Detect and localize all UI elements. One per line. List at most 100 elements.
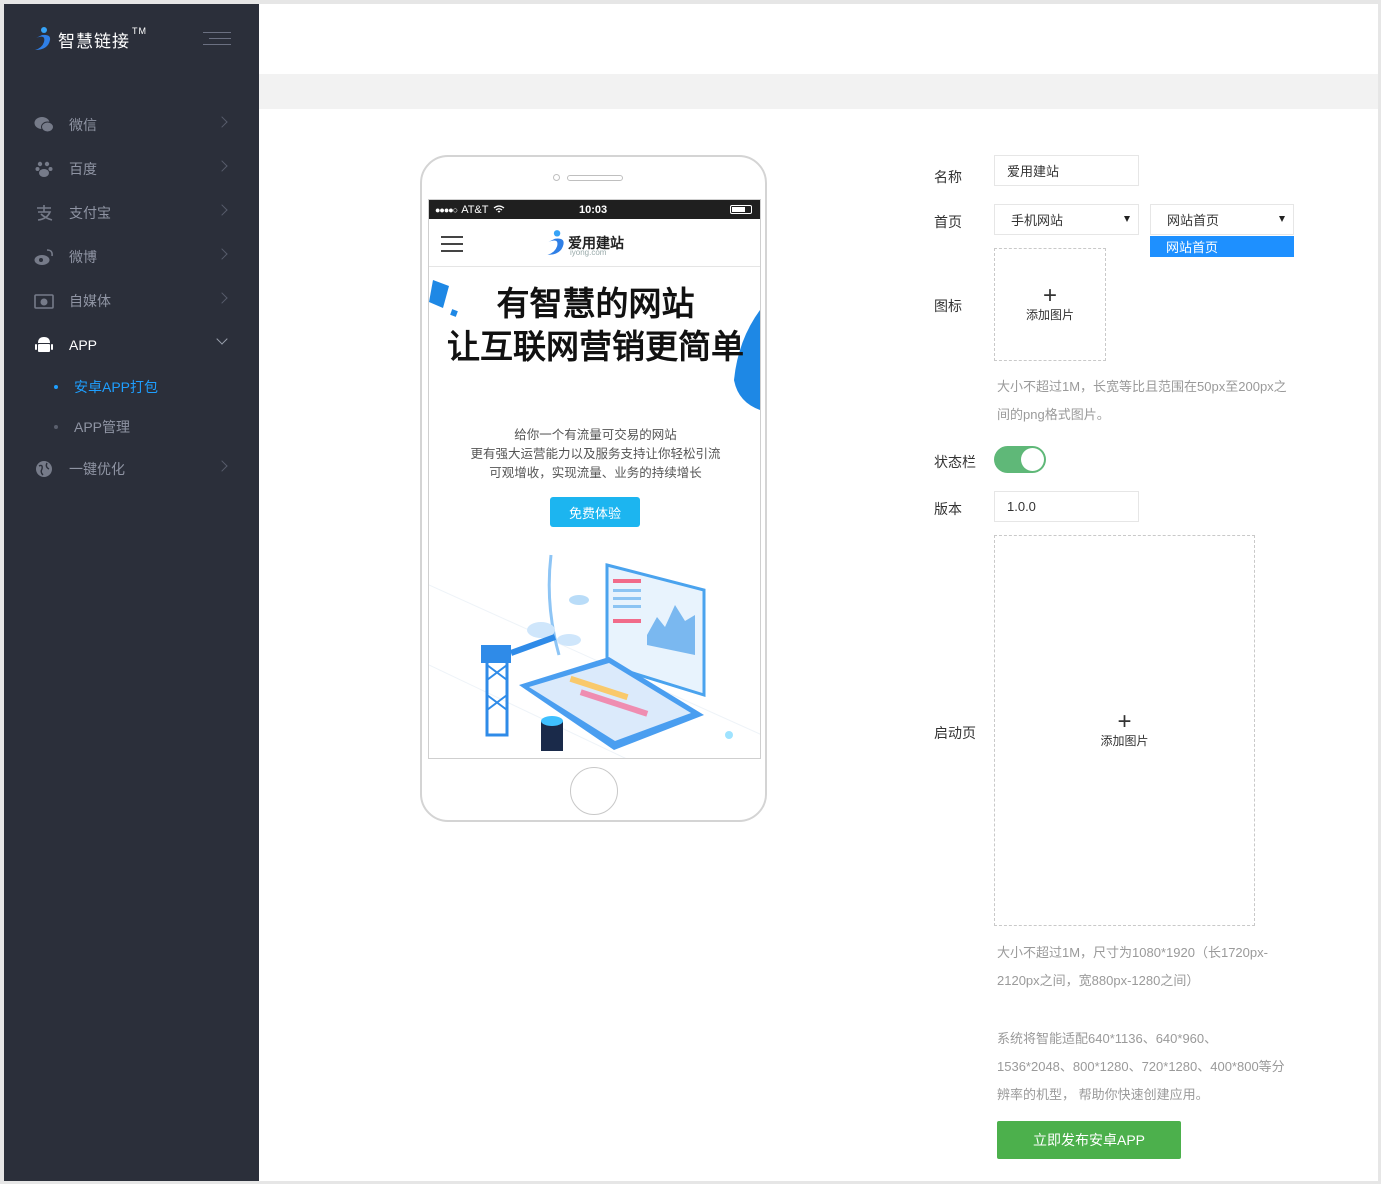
statusbar-label: 状态栏 — [934, 454, 976, 470]
sidebar-item-alipay[interactable]: 支付宝 — [4, 191, 259, 235]
alipay-icon — [34, 203, 54, 223]
plus-icon: + — [1117, 708, 1132, 735]
phone-speaker — [567, 175, 623, 181]
globe-icon — [34, 459, 54, 479]
sidebar-subitem-label: 安卓APP打包 — [74, 379, 159, 395]
hero-title-line: 让互联网营销更简单 — [447, 327, 744, 366]
hero-desc-line: 更有强大运营能力以及服务支持让你轻松引流 — [470, 447, 721, 461]
menu-collapse-icon[interactable] — [203, 32, 231, 48]
caret-down-icon — [1279, 216, 1285, 222]
phone-home-button — [570, 767, 618, 815]
wechat-icon — [34, 115, 54, 135]
sidebar: 智慧链接 TM 微信 百度 支付宝 微博 自媒体 APP 安卓APP打包 APP… — [4, 4, 259, 1181]
weibo-icon — [34, 247, 54, 267]
sidebar-subitem-app-manage[interactable]: APP管理 — [4, 407, 259, 447]
brand-logo[interactable]: 智慧链接 TM — [32, 26, 147, 52]
sidebar-item-media[interactable]: 自媒体 — [4, 279, 259, 323]
sidebar-item-optimize[interactable]: 一键优化 — [4, 447, 259, 491]
hint-line: 大小不超过1M，长宽等比且范围在50px至200px之 — [997, 379, 1287, 394]
plus-icon: + — [1042, 282, 1057, 309]
sidebar-item-weibo[interactable]: 微博 — [4, 235, 259, 279]
phone-status-bar: ●●●●○ AT&T 10:03 — [429, 200, 760, 219]
hero-description: 给你一个有流量可交易的网站 更有强大运营能力以及服务支持让你轻松引流 可观增收，… — [429, 426, 760, 483]
sidebar-subitem-label: APP管理 — [74, 419, 131, 435]
hero-desc-line: 可观增收，实现流量、业务的持续增长 — [489, 466, 702, 480]
carrier-text: AT&T — [461, 203, 489, 216]
splash-upload-box[interactable]: + 添加图片 — [994, 535, 1255, 926]
sidebar-item-label: 一键优化 — [69, 461, 125, 477]
home-type-select[interactable]: 手机网站 — [994, 204, 1139, 235]
caret-down-icon — [1124, 216, 1130, 222]
sidebar-item-label: 微信 — [69, 117, 97, 133]
sidebar-item-label: 百度 — [69, 161, 97, 177]
bullet-dot-icon — [54, 385, 58, 389]
baidu-paw-icon — [34, 159, 54, 179]
adapt-hint: 系统将智能适配640*1136、640*960、 1536*2048、800*1… — [997, 1025, 1285, 1109]
hint-line: 系统将智能适配640*1136、640*960、 — [997, 1031, 1218, 1046]
sidebar-item-app[interactable]: APP — [4, 323, 259, 367]
upload-label: 添加图片 — [1100, 734, 1149, 748]
logo-icon — [35, 27, 51, 50]
top-tab-bar — [259, 74, 1378, 109]
sidebar-nav: 微信 百度 支付宝 微博 自媒体 APP 安卓APP打包 APP管理 一键优化 — [4, 103, 259, 491]
chevron-right-icon — [216, 292, 228, 304]
splash-label: 启动页 — [934, 725, 976, 741]
hint-line: 间的png格式图片。 — [997, 407, 1110, 422]
select-value: 手机网站 — [1011, 213, 1064, 228]
brand-name: 智慧链接 — [58, 31, 130, 51]
chevron-right-icon — [216, 204, 228, 216]
app-name-input[interactable]: 爱用建站 — [994, 155, 1139, 186]
home-label: 首页 — [934, 214, 962, 230]
statusbar-toggle[interactable] — [994, 446, 1046, 473]
sidebar-item-label: APP — [69, 337, 98, 353]
status-time: 10:03 — [579, 203, 608, 216]
name-label: 名称 — [934, 169, 962, 185]
phone-camera — [553, 174, 560, 181]
android-icon — [34, 335, 54, 355]
app-window: 智慧链接 TM 微信 百度 支付宝 微博 自媒体 APP 安卓APP打包 APP… — [0, 0, 1381, 1184]
toggle-knob — [1021, 448, 1044, 471]
phone-preview: ●●●●○ AT&T 10:03 爱用建站 iyong.com 有智慧的网站 让… — [420, 155, 767, 822]
publish-android-app-button[interactable]: 立即发布安卓APP — [997, 1121, 1181, 1159]
hamburger-menu-icon[interactable] — [441, 236, 463, 257]
battery-icon — [730, 205, 752, 214]
sidebar-subitem-android-pack[interactable]: 安卓APP打包 — [4, 367, 259, 407]
hero-title: 有智慧的网站 让互联网营销更简单 — [429, 282, 760, 368]
hero-desc-line: 给你一个有流量可交易的网站 — [514, 428, 677, 442]
bullet-dot-icon — [54, 425, 58, 429]
hint-line: 辨率的机型， 帮助你快速创建应用。 — [997, 1087, 1209, 1102]
signal-icon: ●●●●○ — [435, 204, 458, 215]
free-trial-button[interactable]: 免费体验 — [550, 497, 640, 527]
chevron-right-icon — [216, 248, 228, 260]
sidebar-item-label: 支付宝 — [69, 205, 111, 221]
brand-tm: TM — [132, 26, 147, 36]
hint-line: 2120px之间，宽880px-1280之间） — [997, 973, 1200, 988]
upload-label: 添加图片 — [1025, 308, 1074, 322]
splash-hint: 大小不超过1M，尺寸为1080*1920（长1720px- 2120px之间，宽… — [997, 939, 1268, 995]
camera-icon — [34, 291, 54, 311]
site-header: 爱用建站 iyong.com — [429, 219, 760, 267]
version-label: 版本 — [934, 501, 962, 517]
chevron-down-icon — [216, 333, 228, 345]
sidebar-item-wechat[interactable]: 微信 — [4, 103, 259, 147]
icon-label: 图标 — [934, 298, 962, 314]
hero-title-line: 有智慧的网站 — [496, 284, 695, 323]
chevron-right-icon — [216, 160, 228, 172]
hero-illustration — [429, 554, 760, 758]
site-logo: 爱用建站 iyong.com — [544, 229, 624, 257]
version-input[interactable]: 1.0.0 — [994, 491, 1139, 522]
wifi-icon — [494, 205, 505, 213]
select-value: 网站首页 — [1167, 213, 1220, 228]
icon-hint: 大小不超过1M，长宽等比且范围在50px至200px之 间的png格式图片。 — [997, 373, 1287, 429]
site-domain: iyong.com — [570, 248, 607, 257]
sidebar-item-label: 微博 — [69, 249, 97, 265]
home-page-select[interactable]: 网站首页 — [1150, 204, 1294, 235]
sidebar-item-label: 自媒体 — [69, 293, 111, 309]
chevron-right-icon — [216, 460, 228, 472]
icon-upload-box[interactable]: + 添加图片 — [994, 248, 1106, 361]
hint-line: 大小不超过1M，尺寸为1080*1920（长1720px- — [997, 945, 1268, 960]
site-logo-icon — [547, 230, 564, 255]
home-page-dropdown-option[interactable]: 网站首页 — [1150, 236, 1294, 257]
sidebar-item-baidu[interactable]: 百度 — [4, 147, 259, 191]
phone-screen: ●●●●○ AT&T 10:03 爱用建站 iyong.com 有智慧的网站 让… — [428, 199, 761, 759]
